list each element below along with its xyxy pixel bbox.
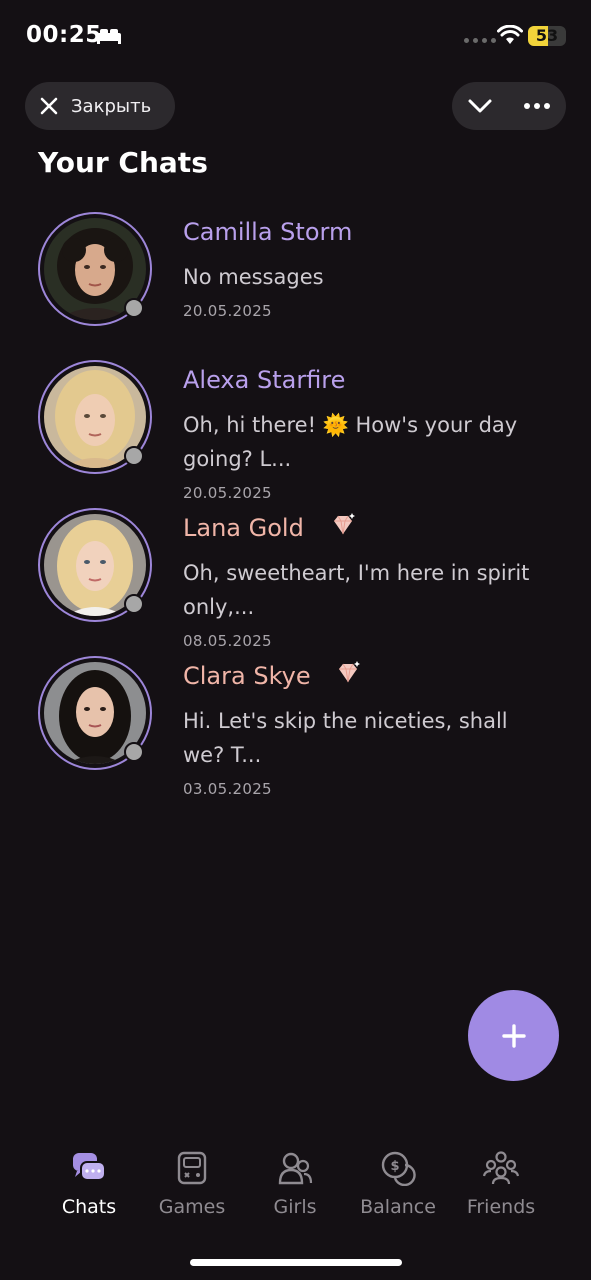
wifi-icon xyxy=(497,25,523,44)
chat-name: Camilla Storm xyxy=(183,218,353,246)
new-chat-button[interactable] xyxy=(468,990,559,1081)
chat-item-alexa-starfire[interactable]: Alexa Starfire Oh, hi there! 🌞 How's you… xyxy=(0,360,591,502)
offline-status-dot xyxy=(124,298,144,318)
mini-app-controls xyxy=(452,82,566,130)
status-time: 00:25 xyxy=(26,22,102,48)
battery-indicator: 53 xyxy=(528,26,566,46)
avatar-ring xyxy=(38,508,152,622)
chat-item-camilla-storm[interactable]: Camilla Storm No messages 20.05.2025 xyxy=(0,212,591,352)
premium-gem-icon xyxy=(334,513,355,535)
avatar-ring xyxy=(38,656,152,770)
bottom-nav: Chats Games Girls $ Balance Friends xyxy=(0,1140,591,1240)
nav-item-balance[interactable]: $ Balance xyxy=(348,1140,448,1218)
plus-icon xyxy=(501,1023,526,1048)
premium-gem-icon xyxy=(339,661,360,683)
avatar-ring xyxy=(38,212,152,326)
balance-icon: $ xyxy=(381,1151,416,1186)
close-button[interactable]: Закрыть xyxy=(25,82,175,130)
svg-text:$: $ xyxy=(390,1159,399,1174)
chat-date: 08.05.2025 xyxy=(183,632,272,650)
close-icon xyxy=(40,97,58,115)
more-options-icon[interactable] xyxy=(523,101,551,111)
home-indicator[interactable] xyxy=(190,1259,402,1266)
nav-item-games[interactable]: Games xyxy=(142,1140,242,1218)
chat-last-message: No messages xyxy=(183,265,324,289)
battery-level: 53 xyxy=(535,26,559,45)
nav-label: Chats xyxy=(61,1196,117,1218)
chat-last-message: Hi. Let's skip the niceties, shall we? T… xyxy=(183,709,508,767)
avatar-ring xyxy=(38,360,152,474)
page-title: Your Chats xyxy=(38,146,208,179)
nav-label: Games xyxy=(158,1196,226,1218)
close-label: Закрыть xyxy=(71,95,152,117)
chat-date: 20.05.2025 xyxy=(183,302,272,320)
nav-item-friends[interactable]: Friends xyxy=(451,1140,551,1218)
chevron-down-icon[interactable] xyxy=(467,96,493,116)
chat-last-message: Oh, sweetheart, I'm here in spirit only,… xyxy=(183,561,530,619)
chat-date: 03.05.2025 xyxy=(183,780,272,798)
nav-label: Friends xyxy=(466,1196,536,1218)
games-icon xyxy=(177,1151,207,1185)
chat-name: Lana Gold xyxy=(183,514,304,542)
nav-label: Balance xyxy=(360,1196,436,1218)
offline-status-dot xyxy=(124,446,144,466)
chat-last-message: Oh, hi there! 🌞 How's your day going? L.… xyxy=(183,413,518,471)
offline-status-dot xyxy=(124,594,144,614)
chat-date: 20.05.2025 xyxy=(183,484,272,502)
cellular-signal-icon xyxy=(464,38,496,43)
nav-label: Girls xyxy=(273,1196,317,1218)
nav-item-girls[interactable]: Girls xyxy=(245,1140,345,1218)
nav-item-chats[interactable]: Chats xyxy=(39,1140,139,1218)
girls-icon xyxy=(278,1152,313,1185)
chat-item-clara-skye[interactable]: Clara Skye Hi. Let's skip the niceties, … xyxy=(0,656,591,798)
chats-icon xyxy=(73,1153,106,1181)
chat-name: Alexa Starfire xyxy=(183,366,346,394)
chat-item-lana-gold[interactable]: Lana Gold Oh, sweetheart, I'm here in sp… xyxy=(0,508,591,650)
offline-status-dot xyxy=(124,742,144,762)
friends-icon xyxy=(483,1151,519,1185)
chat-name: Clara Skye xyxy=(183,662,311,690)
sleep-focus-icon xyxy=(97,29,121,44)
status-bar: 00:25 53 xyxy=(0,0,591,72)
